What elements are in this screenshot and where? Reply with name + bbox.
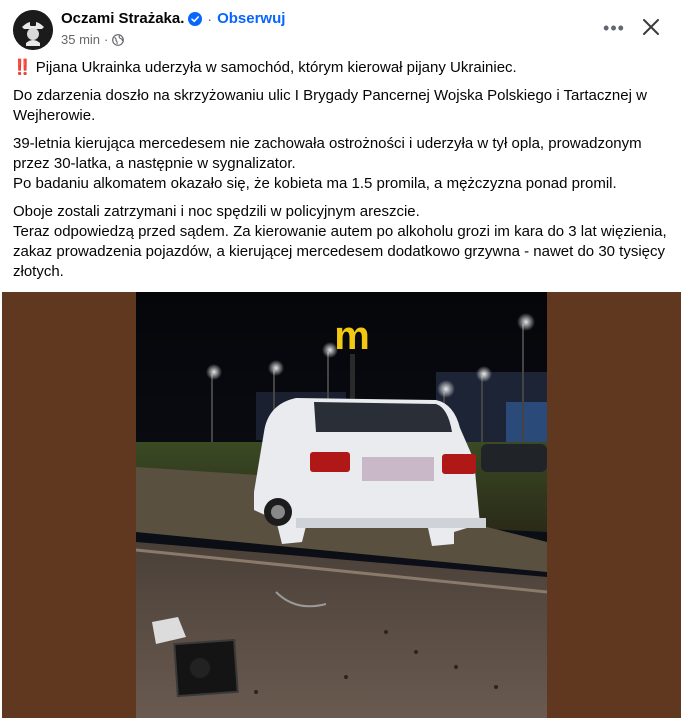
post-paragraph-2: 39-letnia kierująca mercedesem nie zacho… — [13, 134, 673, 194]
follow-button[interactable]: Obserwuj — [217, 10, 285, 27]
page-name-row: Oczami Strażaka. · Obserwuj — [61, 10, 285, 27]
crash-scene-image: m — [136, 292, 547, 718]
separator-dot: · — [207, 10, 213, 27]
post-body: ‼️ Pijana Ukrainka uderzyła w samochód, k… — [13, 58, 673, 290]
globe-icon[interactable] — [112, 33, 125, 46]
headline-text: Pijana Ukrainka uderzyła w samochód, któ… — [35, 59, 517, 76]
paragraph-3-line-1: Oboje zostali zatrzymani i noc spędzili … — [13, 203, 420, 220]
paragraph-3-line-2: Teraz odpowiedzą przed sądem. Za kierowa… — [13, 223, 667, 280]
post-timestamp[interactable]: 35 min — [61, 32, 100, 47]
post-photo[interactable]: m — [136, 292, 547, 718]
more-options-icon: ••• — [603, 17, 625, 38]
post-meta: 35 min · — [61, 32, 125, 47]
double-exclamation-icon: ‼️ — [13, 59, 32, 76]
svg-text:m: m — [334, 314, 370, 358]
meta-separator: · — [104, 32, 109, 47]
post-paragraph-3: Oboje zostali zatrzymani i noc spędzili … — [13, 202, 673, 282]
paragraph-2-line-1: 39-letnia kierująca mercedesem nie zacho… — [13, 135, 642, 172]
post-paragraph-1: Do zdarzenia doszło na skrzyżowaniu ulic… — [13, 87, 647, 124]
page-avatar[interactable] — [13, 10, 53, 50]
post-media[interactable]: m — [2, 292, 681, 718]
paragraph-2-line-2: Po badaniu alkomatem okazało się, że kob… — [13, 175, 617, 192]
verified-badge-icon — [188, 11, 203, 26]
close-button[interactable] — [638, 14, 664, 40]
post-headline: ‼️ Pijana Ukrainka uderzyła w samochód, k… — [13, 58, 673, 78]
page-name[interactable]: Oczami Strażaka. — [61, 10, 184, 27]
post-header: Oczami Strażaka. · Obserwuj 35 min · ••• — [0, 0, 683, 56]
close-icon — [643, 19, 659, 35]
more-options-button[interactable]: ••• — [598, 16, 630, 40]
